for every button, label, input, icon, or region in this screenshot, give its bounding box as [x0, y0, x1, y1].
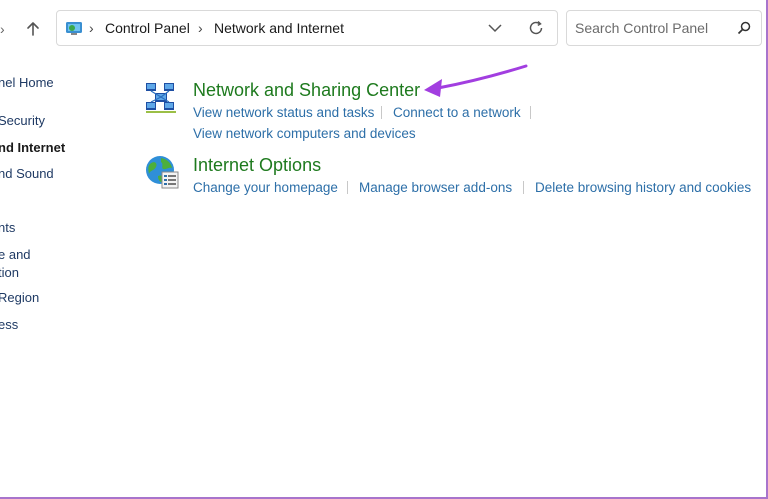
refresh-icon[interactable] — [527, 19, 545, 37]
up-button[interactable] — [22, 18, 44, 40]
sidebar-item-user-accounts[interactable]: nts — [0, 219, 15, 236]
network-sharing-icon[interactable] — [144, 80, 178, 114]
annotation-arrow-icon — [424, 64, 528, 97]
arrow-up-icon — [27, 22, 39, 36]
view-network-status-link[interactable]: View network status and tasks — [193, 104, 374, 121]
breadcrumb-separator: › — [89, 20, 94, 36]
delete-browsing-history-link[interactable]: Delete browsing history and cookies — [535, 179, 751, 196]
change-homepage-link[interactable]: Change your homepage — [193, 179, 338, 196]
sidebar-item-appearance-line1[interactable]: e and — [0, 246, 31, 263]
divider — [523, 181, 524, 194]
manage-browser-addons-link[interactable]: Manage browser add-ons — [359, 179, 512, 196]
sidebar-item-hardware-and-sound[interactable]: nd Sound — [0, 165, 54, 182]
internet-options-link[interactable]: Internet Options — [193, 154, 321, 176]
breadcrumb-separator: › — [198, 20, 203, 36]
window-frame — [0, 0, 768, 499]
sidebar-item-control-panel-home[interactable]: nel Home — [0, 74, 54, 91]
control-panel-icon — [66, 22, 82, 35]
search-input[interactable] — [575, 19, 725, 37]
connect-to-network-link[interactable]: Connect to a network — [393, 104, 521, 121]
breadcrumb-network-and-internet[interactable]: Network and Internet — [214, 20, 344, 36]
breadcrumb-control-panel[interactable]: Control Panel — [105, 20, 190, 36]
chevron-down-icon[interactable] — [487, 21, 503, 35]
sidebar-item-network-and-internet: nd Internet — [0, 140, 66, 155]
sidebar-item-clock-and-region[interactable]: Region — [0, 289, 39, 306]
divider — [347, 181, 348, 194]
forward-button-partial[interactable]: › — [0, 18, 8, 40]
view-network-computers-link[interactable]: View network computers and devices — [193, 125, 416, 142]
sidebar-item-system-and-security[interactable]: Security — [0, 112, 45, 129]
sidebar-item-appearance-line2[interactable]: tion — [0, 264, 19, 281]
sidebar-item-ease-of-access[interactable]: ess — [0, 316, 18, 333]
address-bar[interactable]: › Control Panel › Network and Internet — [56, 10, 558, 46]
search-box[interactable] — [566, 10, 762, 46]
divider — [530, 106, 531, 119]
internet-options-icon[interactable] — [144, 154, 180, 190]
search-icon[interactable] — [737, 21, 751, 35]
network-and-sharing-center-link[interactable]: Network and Sharing Center — [193, 79, 420, 101]
divider — [381, 106, 382, 119]
